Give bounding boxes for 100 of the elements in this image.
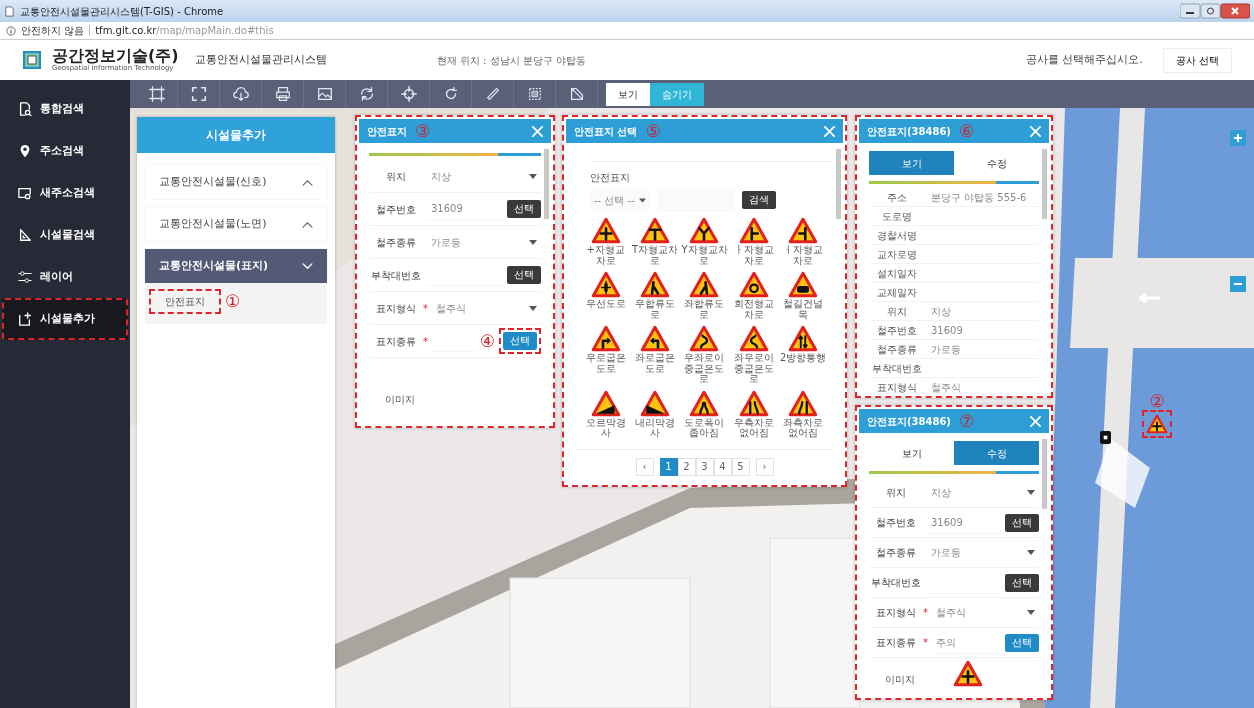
expand-icon[interactable] [189,85,208,103]
select-button[interactable]: 선택 [1005,513,1039,532]
page-button[interactable]: 2 [677,457,696,476]
prev-button[interactable]: ‹ [635,457,654,476]
filter-select[interactable]: -- 선택 -- [590,189,650,211]
select-field[interactable]: 철주식 [932,601,1039,624]
sidebar-item[interactable]: 통합검색 [2,88,128,130]
sidebar-item[interactable]: 주소검색 [2,130,128,172]
tab[interactable]: 보기 [869,151,954,175]
zoom-out-icon[interactable] [1230,276,1246,292]
print-icon[interactable] [273,85,292,103]
select-field[interactable]: 가로등 [927,541,1039,564]
accordion-header[interactable]: 교통안전시설물(신호) [145,165,327,199]
sign-label: 좌측차로없어짐 [782,417,825,439]
close-icon[interactable] [1030,125,1041,137]
page-button[interactable]: 5 [731,457,750,476]
warning-sign-icon [953,660,983,687]
field-value: 가로등 [930,342,961,357]
field-label: 부착대번호 [370,268,422,283]
select-button[interactable]: 선택 [503,332,537,350]
marker-icon[interactable] [1100,431,1111,444]
pin-icon [18,144,32,158]
warning-sign-icon [640,271,671,298]
select-button[interactable]: 선택 [507,266,541,284]
select-button[interactable]: 선택 [1005,633,1039,652]
page-button[interactable]: 3 [695,457,714,476]
warning-sign-icon [788,217,819,244]
close-icon[interactable] [1030,415,1041,427]
image-icon[interactable] [315,85,334,103]
close-icon[interactable] [824,125,835,137]
security-label: 안전하지 않음 [21,24,85,38]
add-document-icon [18,312,32,326]
text-field[interactable]: 주의 [932,631,1001,654]
field-label: 철주번호 [876,323,918,338]
url-path: /map/mapMain.do#this [156,24,274,38]
warning-sign-icon [590,325,621,352]
field-label: 표지종류 [875,636,917,650]
tab[interactable]: 수정 [954,441,1039,465]
zoom-in-icon[interactable] [1230,130,1246,146]
crosshair-icon[interactable] [399,85,418,103]
required-mark: * [923,606,928,620]
sign-label: Y자형교차로 [680,245,729,266]
sign-label: 우좌로이중굽은도로 [683,353,726,385]
panel-title: 안전표지 선택 [574,124,638,139]
page-button[interactable]: 4 [713,457,732,476]
annotation-number: ④ [479,332,495,350]
field-label: 교체일자 [876,285,918,300]
field-value: 철주식 [930,380,961,394]
window-title: 교통안전시설물관리시스템(T-GIS) - Chrome [20,4,224,19]
sign-label: T자형교차로 [631,245,679,266]
page-button[interactable]: 1 [659,457,678,476]
info-icon[interactable] [6,25,16,36]
sidebar-item[interactable]: 새주소검색 [2,172,128,214]
sign-label: 좌로굽은도로 [634,353,677,374]
sign-label: 오르막경사 [584,417,627,439]
select-button[interactable]: 선택 [1005,573,1039,592]
warning-sign-icon [590,217,621,244]
scrollbar[interactable] [1042,149,1047,219]
field-label: 표지종류 [375,334,417,349]
field-label: 주소 [886,190,908,205]
field-label: 철주종류 [875,546,917,560]
field-label: 철주번호 [375,202,417,217]
select-field[interactable]: 지상 [927,481,1039,504]
field-label: 경찰서명 [876,228,918,243]
select-field[interactable]: 지상 [427,165,541,187]
field-label: 교차로명 [876,247,918,262]
select-button[interactable]: 선택 [507,200,541,218]
window-controls-drawing[interactable] [1180,3,1250,19]
sidebar-item[interactable]: 시설물추가 [2,298,128,340]
toggle-button[interactable]: 보기 [606,82,650,106]
select-field[interactable]: 가로등 [427,231,541,253]
close-icon[interactable] [532,125,543,137]
warning-sign-icon [738,325,769,352]
field-label: 철주종류 [876,342,918,357]
frame-icon[interactable] [147,85,166,103]
list-item[interactable]: 안전표지 [149,289,221,314]
project-select-button[interactable]: 공사 선택 [1162,47,1232,73]
sidebar-item[interactable]: 시설물검색 [2,214,128,256]
scrollbar[interactable] [544,149,549,219]
field-label: 설치일자 [876,266,918,281]
caret-icon [1027,610,1035,615]
required-mark: * [423,301,428,316]
caret-icon [529,173,537,179]
text-field[interactable]: 31609 [427,198,503,220]
scrollbar[interactable] [1042,439,1047,509]
scrollbar[interactable] [836,149,841,219]
field-label: 철주종류 [375,235,417,250]
select-field[interactable]: 철주식 [432,297,541,319]
accordion-header[interactable]: 교통안전시설물(표지) [145,249,327,283]
warning-sign-icon [640,217,671,244]
next-button[interactable]: › [755,457,774,476]
cloud-icon[interactable] [231,85,250,103]
section-title: 안전표지 [590,161,833,185]
caret-icon [639,197,646,203]
caret-icon [529,305,537,311]
sidebar-item[interactable]: 레이어 [2,256,128,298]
text-field[interactable]: 31609 [927,511,1001,534]
warning-sign-icon [788,325,819,352]
search-button[interactable]: 검색 [742,191,776,209]
accordion-header[interactable]: 교통안전시설물(노면) [145,207,327,241]
